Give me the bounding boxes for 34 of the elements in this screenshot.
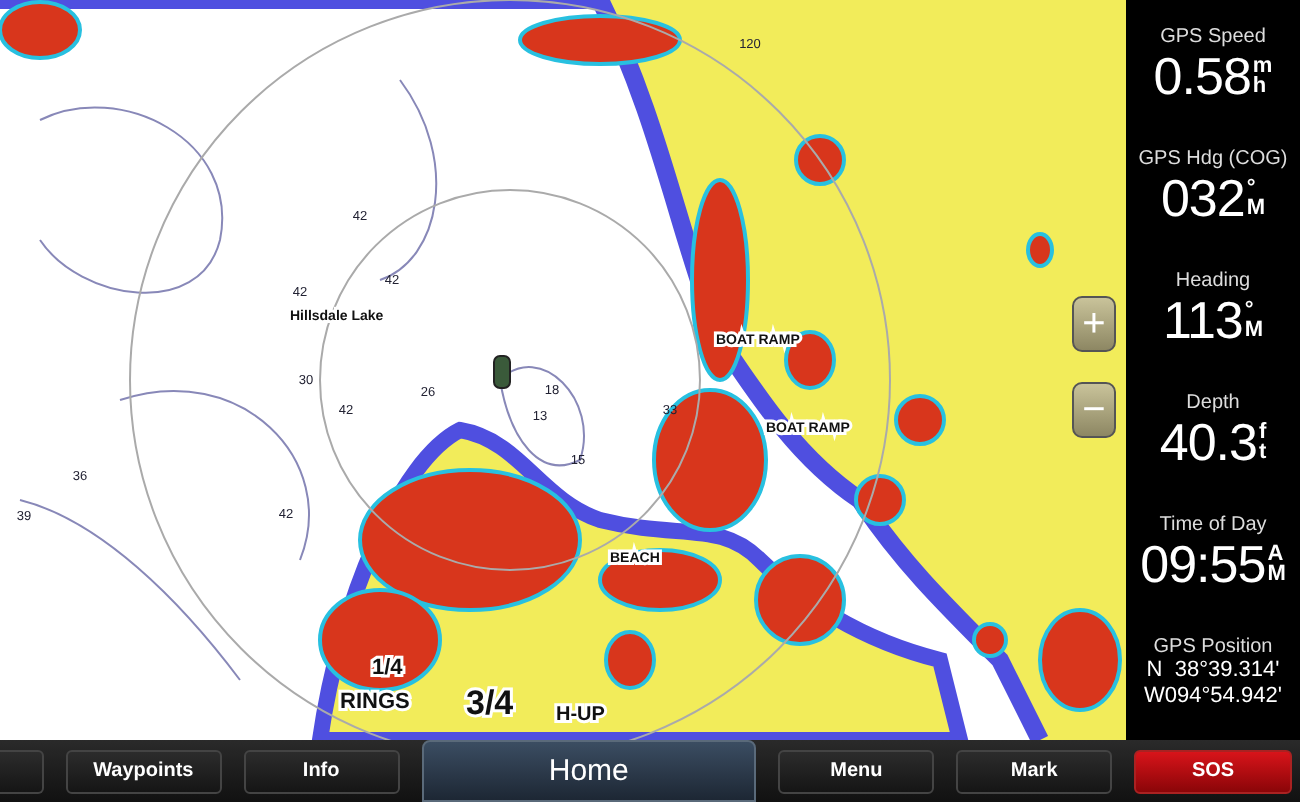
unit-label: t [1258,442,1267,462]
sos-button[interactable]: SOS [1134,749,1292,793]
unit-label: ° [1246,178,1256,198]
unit-label: m [1252,56,1273,76]
orientation-label: H-UP [556,704,605,726]
home-tab[interactable]: Home [421,740,757,802]
field-label: GPS Hdg (COG) [1138,148,1288,170]
unit-label: f [1258,422,1267,442]
field-value: 032 [1160,170,1245,226]
softkey-button[interactable]: Waypoints [65,749,222,793]
ring-distance-label: 3/4 [466,684,514,722]
field-label: GPS Position [1153,636,1273,658]
rings-label: RINGS [340,690,410,714]
field-value: 113 [1162,292,1243,348]
ring-distance-label: 1/4 [372,656,403,680]
unit-label: A [1267,544,1284,564]
softkey-button[interactable] [0,749,44,793]
field-value: 09:55 [1140,536,1266,592]
coordinate-value: N 38°39.314' [1146,658,1280,684]
field-label: Time of Day [1159,514,1267,536]
field-label: GPS Speed [1160,26,1266,48]
coordinate-value: W094°54.942' [1144,684,1282,710]
softkey-button[interactable]: Menu [778,749,935,793]
unit-label: h [1252,76,1269,96]
unit-label: M [1244,320,1264,340]
unit-label: ° [1244,300,1254,320]
field-label: Heading [1175,270,1251,292]
softkey-button[interactable]: Mark [956,749,1113,793]
unit-label: M [1267,564,1286,584]
field-label: Depth [1186,392,1240,414]
field-value: 0.58 [1153,48,1251,104]
unit-label: M [1246,198,1266,218]
softkey-button[interactable]: Info [243,749,400,793]
field-value: 40.3 [1159,414,1257,470]
